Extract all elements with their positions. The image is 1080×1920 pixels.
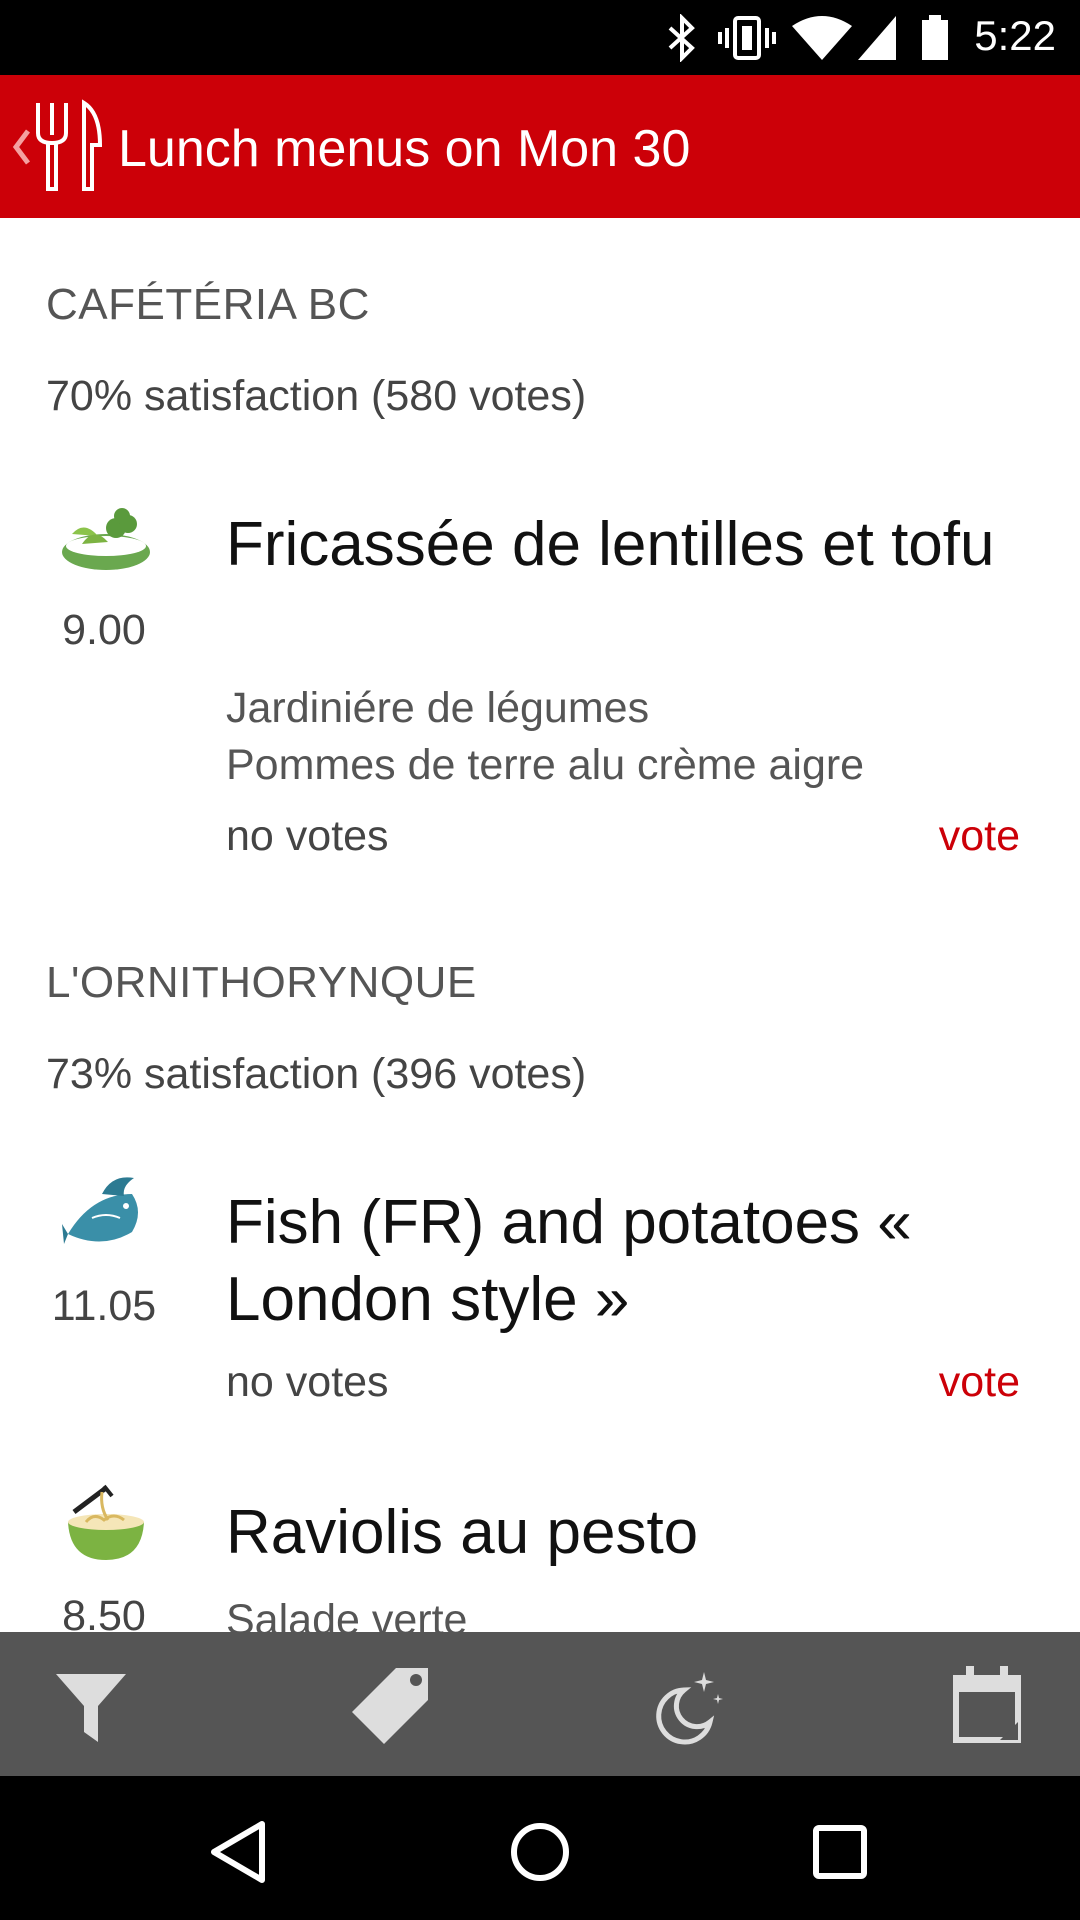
restaurant-name: L'ORNITHORYNQUE bbox=[46, 958, 477, 1007]
restaurant-name: CAFÉTÉRIA BC bbox=[46, 280, 370, 329]
dish-price: 9.00 bbox=[62, 606, 146, 654]
dish-name[interactable]: Fish (FR) and potatoes « London style » bbox=[226, 1184, 1026, 1338]
dish-name[interactable]: Fricassée de lentilles et tofu bbox=[226, 506, 1026, 583]
pasta-bowl-icon bbox=[68, 1484, 144, 1560]
bluetooth-icon bbox=[668, 14, 695, 62]
dish-price: 8.50 bbox=[62, 1592, 146, 1632]
salad-icon bbox=[62, 508, 150, 570]
app-bar: Lunch menus on Mon 30 bbox=[0, 75, 1080, 218]
status-bar: 5:22 bbox=[0, 0, 1080, 75]
clock: 5:22 bbox=[974, 12, 1056, 59]
tag-icon[interactable] bbox=[346, 1660, 436, 1750]
votes-label: no votes bbox=[226, 812, 389, 860]
dish-side-1: Jardiniére de légumes bbox=[226, 684, 650, 732]
menu-list[interactable]: CAFÉTÉRIA BC 70% satisfaction (580 votes… bbox=[0, 218, 1080, 1632]
votes-label: no votes bbox=[226, 1358, 389, 1406]
fish-icon bbox=[62, 1177, 138, 1244]
fork-knife-icon[interactable] bbox=[30, 95, 110, 195]
battery-icon bbox=[922, 15, 948, 60]
recents-icon[interactable] bbox=[800, 1812, 880, 1892]
page-title: Lunch menus on Mon 30 bbox=[118, 120, 691, 178]
satisfaction-label: 73% satisfaction (396 votes) bbox=[46, 1050, 587, 1098]
home-icon[interactable] bbox=[500, 1812, 580, 1892]
calendar-icon[interactable] bbox=[944, 1660, 1034, 1750]
vote-button[interactable]: vote bbox=[939, 812, 1020, 861]
filter-icon[interactable] bbox=[46, 1660, 136, 1750]
vote-button[interactable]: vote bbox=[939, 1358, 1020, 1407]
navigation-bar bbox=[0, 1776, 1080, 1920]
vibrate-icon bbox=[718, 16, 776, 60]
satisfaction-label: 70% satisfaction (580 votes) bbox=[46, 372, 587, 420]
dish-side-2: Pommes de terre alu crème aigre bbox=[226, 741, 865, 789]
moon-stars-icon[interactable] bbox=[644, 1660, 734, 1750]
back-icon[interactable] bbox=[200, 1812, 280, 1892]
dish-price: 11.05 bbox=[51, 1282, 157, 1330]
wifi-icon bbox=[792, 16, 852, 60]
dish-name[interactable]: Raviolis au pesto bbox=[226, 1494, 1026, 1571]
signal-icon bbox=[858, 16, 896, 60]
dish-side-1: Salade verte bbox=[226, 1596, 468, 1632]
bottom-toolbar bbox=[0, 1632, 1080, 1776]
